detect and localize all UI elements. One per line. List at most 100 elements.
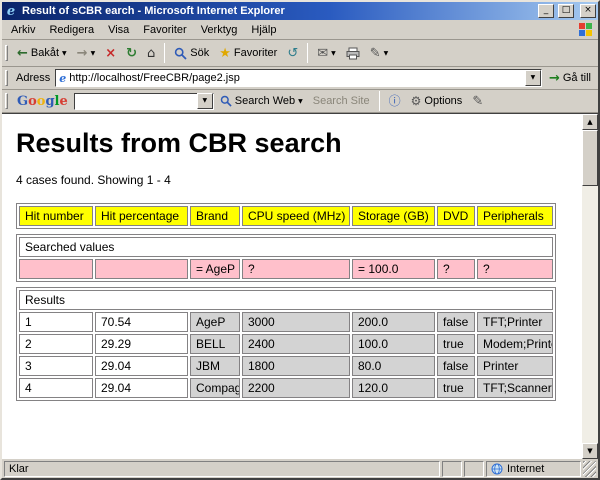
forward-button[interactable]: → ▼ [73,45,100,62]
google-letter: e [59,93,68,109]
page-info-button[interactable]: ⓘ [385,93,405,110]
options-button[interactable]: ⚙ Options [407,93,467,110]
searched-cell: ? [437,259,475,279]
address-input[interactable] [69,71,522,85]
column-header-storage: Storage (GB) [352,206,435,226]
results-header-table: Hit number Hit percentage Brand CPU spee… [16,203,556,229]
minimize-button[interactable]: _ [538,4,554,18]
search-site-button[interactable]: Search Site [309,93,374,109]
scroll-up-button[interactable]: ▲ [582,114,598,130]
searched-cell [95,259,188,279]
menu-visa[interactable]: Visa [101,21,136,39]
google-search-input[interactable] [74,94,197,108]
menu-hjalp[interactable]: Hjälp [244,21,283,39]
results-section-label: Results [19,290,553,310]
googlebar-separator [378,91,380,111]
address-label: Adress [16,72,51,84]
search-web-icon [220,95,232,107]
cell-dvd: false [437,312,475,332]
search-web-dropdown-icon: ▼ [298,97,303,105]
windows-logo-icon [579,22,593,37]
menu-verktyg[interactable]: Verktyg [194,21,245,39]
cell-hit-number: 3 [19,356,93,376]
scroll-track[interactable] [582,186,598,443]
toolbar-grip[interactable] [5,45,8,61]
home-icon: ⌂ [147,45,156,61]
google-search-field: ▼ [73,92,214,110]
google-letter: g [45,93,55,109]
cell-cpu-speed: 1800 [242,356,350,376]
cell-peripherals: TFT;Scanner [477,378,553,398]
status-bar: Klar Internet [2,459,598,478]
favorites-icon: ★ [219,45,231,61]
history-button[interactable]: ↺ [283,45,302,62]
stop-icon: × [105,45,117,61]
cell-brand: AgeP [190,312,240,332]
addressbar-grip[interactable] [5,70,8,86]
maximize-button[interactable]: □ [558,4,574,18]
column-header-dvd: DVD [437,206,475,226]
menubar: Arkiv Redigera Visa Favoriter Verktyg Hj… [2,20,598,40]
scroll-thumb[interactable] [582,130,598,186]
mail-button[interactable]: ✉ ▼ [313,45,340,62]
column-header-hit-percentage: Hit percentage [95,206,188,226]
cell-hit-percentage: 29.04 [95,378,188,398]
status-panel [464,461,484,477]
close-button[interactable]: × [580,4,596,18]
edit-button[interactable]: ✎ ▼ [366,45,393,62]
cell-cpu-speed: 2400 [242,334,350,354]
stop-button[interactable]: × [101,45,120,62]
cell-peripherals: Modem;Printer [477,334,553,354]
window-title: Result of sCBR earch - Microsoft Interne… [22,5,285,17]
google-dropdown-button[interactable]: ▼ [196,93,213,109]
menu-redigera[interactable]: Redigera [42,21,101,39]
searched-cell [19,259,93,279]
cell-brand: Compag [190,378,240,398]
gear-icon: ⚙ [410,93,422,108]
go-icon: → [548,70,560,86]
searched-cell: ? [242,259,350,279]
results-section-row: Results [19,290,553,310]
print-icon [346,47,360,59]
back-button[interactable]: ← Bakåt ▼ [13,45,71,62]
search-web-label: Search Web [234,95,296,107]
searched-cell: = 100.0 [352,259,435,279]
search-button[interactable]: Sök [170,45,213,62]
favorites-button[interactable]: ★ Favoriter [215,45,281,62]
browser-window: e Result of sCBR earch - Microsoft Inter… [0,0,600,480]
column-header-brand: Brand [190,206,240,226]
cell-peripherals: Printer [477,356,553,376]
search-icon [175,47,187,60]
print-button[interactable] [342,45,364,62]
refresh-button[interactable]: ↻ [122,45,141,62]
options-label: Options [424,95,463,107]
home-button[interactable]: ⌂ [143,45,159,62]
favorites-label: Favoriter [233,47,278,59]
cell-hit-number: 4 [19,378,93,398]
searched-values-table: Searched values = AgeP ? = 100.0 ? ? [16,234,556,282]
table-row: 2 29.29 BELL 2400 100.0 true Modem;Print… [19,334,553,354]
cell-brand: JBM [190,356,240,376]
ie-logo-icon: e [6,3,16,19]
googlebar-grip[interactable] [5,93,8,109]
go-button[interactable]: → Gå till [544,70,596,87]
address-dropdown-button[interactable]: ▼ [524,70,541,86]
table-row: 1 70.54 AgeP 3000 200.0 false TFT;Printe… [19,312,553,332]
column-header-peripherals: Peripherals [477,206,553,226]
search-web-button[interactable]: Search Web ▼ [216,93,307,109]
refresh-icon: ↻ [126,45,138,61]
scroll-down-button[interactable]: ▼ [582,443,598,459]
searched-section-row: Searched values [19,237,553,257]
searched-cell: ? [477,259,553,279]
google-logo: Google [13,94,72,109]
highlighter-button[interactable]: ✎ [468,93,487,110]
vertical-scrollbar: ▲ ▼ [582,114,598,459]
address-field: e ▼ [55,69,542,87]
forward-icon: → [76,45,88,61]
cell-storage: 200.0 [352,312,435,332]
results-table: Results 1 70.54 AgeP 3000 200.0 false TF… [16,287,556,401]
menu-favoriter[interactable]: Favoriter [136,21,193,39]
menu-arkiv[interactable]: Arkiv [4,21,42,39]
resize-grip[interactable] [583,461,596,477]
cell-hit-percentage: 70.54 [95,312,188,332]
